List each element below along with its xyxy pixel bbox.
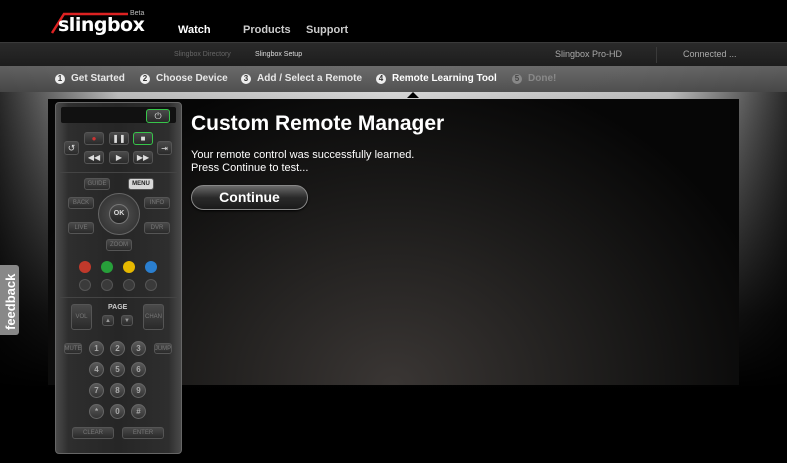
slingbox-logo[interactable]: slingbox Beta bbox=[50, 10, 145, 38]
aux-button-2[interactable] bbox=[101, 279, 113, 291]
blue-color-button[interactable] bbox=[145, 261, 157, 273]
step-get-started[interactable]: 1 Get Started bbox=[55, 73, 125, 84]
number-5-button[interactable]: 5 bbox=[110, 362, 125, 377]
subnav-slingbox-setup[interactable]: Slingbox Setup bbox=[255, 51, 302, 58]
number-6-button[interactable]: 6 bbox=[131, 362, 146, 377]
nav-watch[interactable]: Watch bbox=[178, 24, 211, 36]
page-up-icon[interactable]: ▲ bbox=[102, 315, 114, 326]
step-label: Done! bbox=[528, 73, 557, 84]
feedback-label[interactable]: feedback bbox=[3, 274, 18, 330]
jump-button[interactable]: JUMP bbox=[154, 343, 172, 354]
fast-forward-icon[interactable]: ▶▶ bbox=[133, 151, 153, 164]
step-label: Choose Device bbox=[156, 73, 228, 84]
vol-label: VOL bbox=[75, 314, 88, 320]
step-done: 5 Done! bbox=[512, 73, 556, 84]
setup-steps-bar: 1 Get Started 2 Choose Device 3 Add / Se… bbox=[0, 66, 787, 92]
device-name: Slingbox Pro-HD bbox=[555, 49, 623, 59]
zoom-button[interactable]: ZOOM bbox=[106, 239, 132, 251]
nav-support[interactable]: Support bbox=[306, 24, 348, 36]
star-button[interactable]: * bbox=[89, 404, 104, 419]
step-add-select-remote[interactable]: 3 Add / Select a Remote bbox=[241, 73, 362, 84]
number-0-button[interactable]: 0 bbox=[110, 404, 125, 419]
remote-divider bbox=[60, 297, 177, 298]
subnav-slingbox-directory[interactable]: Slingbox Directory bbox=[174, 51, 231, 58]
page-label: PAGE bbox=[108, 304, 128, 311]
replay-icon[interactable]: ↺ bbox=[64, 141, 79, 155]
step-number: 4 bbox=[376, 73, 386, 84]
sub-navigation: Slingbox Directory Slingbox Setup Slingb… bbox=[0, 42, 787, 66]
power-icon[interactable]: ⏻ bbox=[146, 109, 170, 123]
message-line-2: Press Continue to test... bbox=[191, 162, 309, 174]
yellow-color-button[interactable] bbox=[123, 261, 135, 273]
step-number: 5 bbox=[512, 73, 522, 84]
back-button[interactable]: BACK bbox=[68, 197, 94, 209]
number-2-button[interactable]: 2 bbox=[110, 341, 125, 356]
number-1-button[interactable]: 1 bbox=[89, 341, 104, 356]
remote-divider bbox=[60, 172, 177, 173]
connection-status: Connected ... bbox=[683, 49, 737, 59]
guide-button[interactable]: GUIDE bbox=[84, 178, 110, 190]
clear-button[interactable]: CLEAR bbox=[72, 427, 114, 439]
step-choose-device[interactable]: 2 Choose Device bbox=[140, 73, 228, 84]
subbar-divider bbox=[656, 47, 657, 63]
number-8-button[interactable]: 8 bbox=[110, 383, 125, 398]
aux-button-3[interactable] bbox=[123, 279, 135, 291]
continue-button[interactable]: Continue bbox=[191, 185, 308, 210]
info-button[interactable]: INFO bbox=[144, 197, 170, 209]
number-9-button[interactable]: 9 bbox=[131, 383, 146, 398]
logo-text: slingbox bbox=[58, 14, 145, 36]
step-number: 2 bbox=[140, 73, 150, 84]
beta-badge: Beta bbox=[130, 10, 145, 17]
page-down-icon[interactable]: ▼ bbox=[121, 315, 133, 326]
volume-rocker[interactable]: VOL bbox=[71, 304, 92, 330]
dvr-button[interactable]: DVR bbox=[144, 222, 170, 234]
green-color-button[interactable] bbox=[101, 261, 113, 273]
aux-button-1[interactable] bbox=[79, 279, 91, 291]
step-label: Add / Select a Remote bbox=[257, 73, 363, 84]
menu-button[interactable]: MENU bbox=[128, 178, 154, 190]
pause-icon[interactable]: ❚❚ bbox=[109, 132, 129, 145]
rewind-icon[interactable]: ◀◀ bbox=[84, 151, 104, 164]
number-3-button[interactable]: 3 bbox=[131, 341, 146, 356]
chan-label: CHAN bbox=[144, 314, 162, 320]
mute-button[interactable]: MUTE bbox=[64, 343, 82, 354]
active-step-pointer bbox=[407, 92, 419, 98]
record-icon[interactable]: ● bbox=[84, 132, 104, 145]
play-icon[interactable]: ▶ bbox=[109, 151, 129, 164]
page-title: Custom Remote Manager bbox=[191, 112, 445, 135]
red-color-button[interactable] bbox=[79, 261, 91, 273]
step-remote-learning-tool[interactable]: 4 Remote Learning Tool bbox=[376, 73, 497, 84]
status-message: Your remote control was successfully lea… bbox=[191, 149, 414, 175]
step-label: Remote Learning Tool bbox=[392, 73, 497, 84]
aux-button-4[interactable] bbox=[145, 279, 157, 291]
message-line-1: Your remote control was successfully lea… bbox=[191, 149, 415, 161]
step-label: Get Started bbox=[71, 73, 125, 84]
live-button[interactable]: LIVE bbox=[68, 222, 94, 234]
skip-icon[interactable]: ⇥ bbox=[157, 141, 172, 155]
stop-icon[interactable]: ■ bbox=[133, 132, 153, 145]
enter-button[interactable]: ENTER bbox=[122, 427, 164, 439]
nav-products[interactable]: Products bbox=[243, 24, 291, 36]
number-7-button[interactable]: 7 bbox=[89, 383, 104, 398]
number-4-button[interactable]: 4 bbox=[89, 362, 104, 377]
step-number: 1 bbox=[55, 73, 65, 84]
hash-button[interactable]: # bbox=[131, 404, 146, 419]
top-navigation: slingbox Beta Watch Products Support bbox=[0, 0, 787, 42]
step-number: 3 bbox=[241, 73, 251, 84]
channel-rocker[interactable]: CHAN bbox=[143, 304, 164, 330]
ok-button[interactable]: OK bbox=[109, 204, 129, 224]
